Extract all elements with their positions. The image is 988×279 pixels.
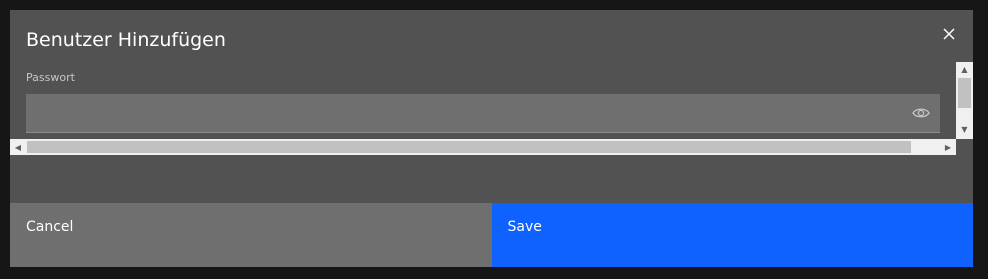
password-field-container: [26, 94, 940, 133]
modal-title: Benutzer Hinzufügen: [26, 29, 226, 51]
save-button[interactable]: Save: [491, 203, 973, 267]
close-icon[interactable]: [939, 24, 959, 44]
cancel-button[interactable]: Cancel: [10, 203, 492, 267]
modal-body-scroll-area[interactable]: Passwort ▲ ▼ ◀ ▶: [10, 62, 973, 155]
scrollbar-corner: [956, 139, 973, 155]
password-label: Passwort: [26, 71, 75, 84]
add-user-modal: Benutzer Hinzufügen Passwort ▲ ▼ ◀ ▶ Can…: [10, 10, 973, 267]
scroll-up-arrow-icon[interactable]: ▲: [956, 62, 973, 76]
vertical-scrollbar[interactable]: ▲ ▼: [956, 62, 973, 139]
horizontal-scrollbar-thumb[interactable]: [27, 141, 911, 153]
horizontal-scrollbar[interactable]: ◀ ▶: [10, 139, 956, 155]
eye-icon[interactable]: [912, 105, 930, 121]
scroll-right-arrow-icon[interactable]: ▶: [940, 139, 956, 155]
scroll-down-arrow-icon[interactable]: ▼: [956, 122, 973, 136]
vertical-scrollbar-thumb[interactable]: [958, 78, 971, 108]
password-input[interactable]: [26, 94, 896, 132]
scroll-left-arrow-icon[interactable]: ◀: [10, 139, 26, 155]
modal-footer: Cancel Save: [10, 203, 973, 267]
